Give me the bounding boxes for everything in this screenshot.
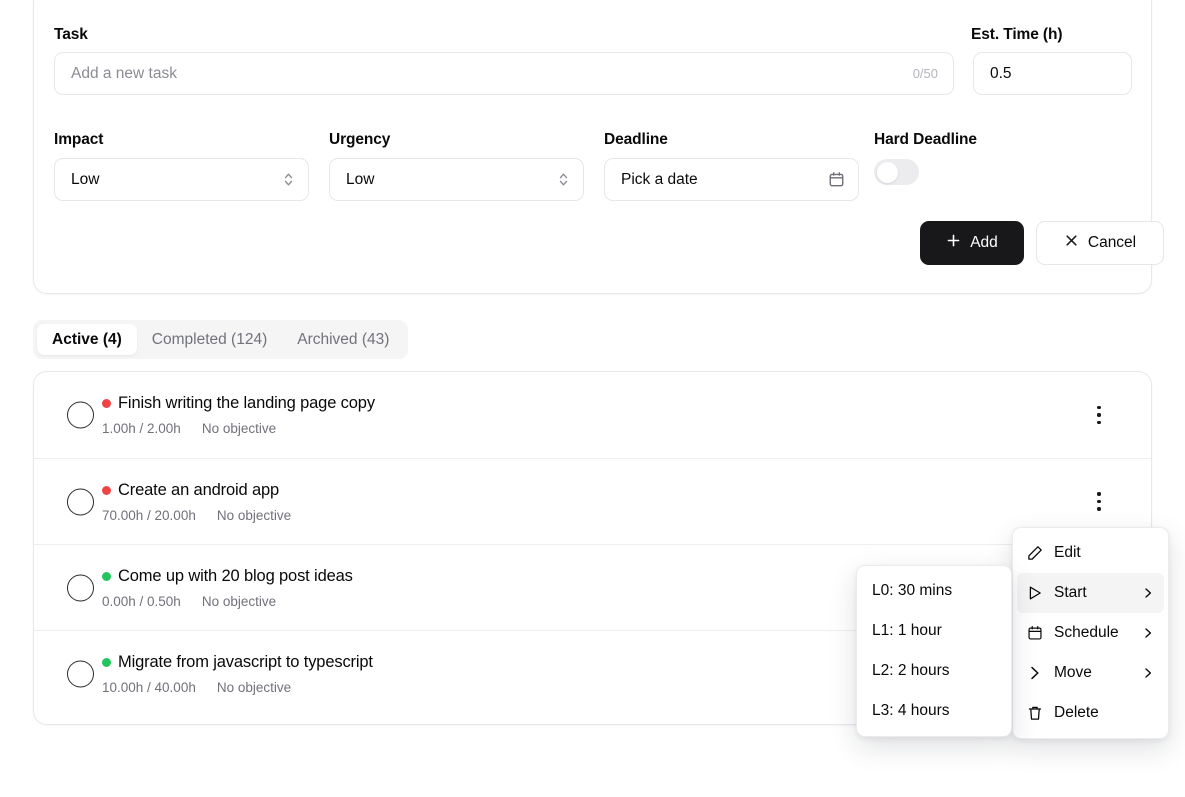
menu-item-delete[interactable]: Delete <box>1017 693 1164 733</box>
priority-dot <box>102 486 111 495</box>
add-button[interactable]: Add <box>920 221 1024 265</box>
chevron-up-down-icon <box>282 171 295 188</box>
menu-item-start[interactable]: Start <box>1017 573 1164 613</box>
trash-icon <box>1026 705 1043 722</box>
impact-select[interactable]: Low <box>54 158 309 201</box>
est-time-input[interactable]: 0.5 <box>973 52 1132 95</box>
submenu-item-l0[interactable]: L0: 30 mins <box>861 571 1007 611</box>
task-meta: 1.00h / 2.00h No objective <box>102 421 375 436</box>
est-time-label: Est. Time (h) <box>971 26 1063 43</box>
task-objective: No objective <box>216 508 292 523</box>
table-row[interactable]: Create an android app 70.00h / 20.00h No… <box>34 458 1151 544</box>
menu-item-label: Edit <box>1054 544 1081 561</box>
task-character-counter: 0/50 <box>912 66 938 81</box>
app-root: Task Est. Time (h) Add a new task 0/50 0… <box>0 0 1185 797</box>
menu-item-label: Move <box>1054 664 1092 681</box>
task-title: Come up with 20 blog post ideas <box>118 567 353 585</box>
task-content: Finish writing the landing page copy 1.0… <box>102 394 375 436</box>
task-complete-checkbox[interactable] <box>67 401 94 429</box>
hard-deadline-label: Hard Deadline <box>874 131 977 148</box>
task-input-placeholder: Add a new task <box>71 64 177 82</box>
task-menu-button[interactable] <box>1089 491 1109 513</box>
menu-item-label: Schedule <box>1054 624 1119 641</box>
menu-item-label: Start <box>1054 584 1087 601</box>
submenu-item-l2[interactable]: L2: 2 hours <box>861 651 1007 691</box>
submenu-item-l3[interactable]: L3: 4 hours <box>861 691 1007 731</box>
deadline-label: Deadline <box>604 131 668 148</box>
tab-archived[interactable]: Archived (43) <box>282 324 404 355</box>
urgency-select[interactable]: Low <box>329 158 584 201</box>
submenu-item-l1[interactable]: L1: 1 hour <box>861 611 1007 651</box>
menu-item-schedule[interactable]: Schedule <box>1017 613 1164 653</box>
chevron-up-down-icon <box>557 171 570 188</box>
add-button-label: Add <box>970 234 998 251</box>
task-meta: 70.00h / 20.00h No objective <box>102 508 291 523</box>
task-meta: 0.00h / 0.50h No objective <box>102 594 353 609</box>
task-label: Task <box>54 26 88 43</box>
menu-item-move[interactable]: Move <box>1017 653 1164 693</box>
cancel-button[interactable]: Cancel <box>1036 221 1164 265</box>
task-title-line: Create an android app <box>102 481 291 500</box>
tab-completed[interactable]: Completed (124) <box>137 324 282 355</box>
toggle-knob <box>876 161 898 183</box>
task-title: Finish writing the landing page copy <box>118 394 375 412</box>
task-content: Come up with 20 blog post ideas 0.00h / … <box>102 567 353 609</box>
task-meta: 10.00h / 40.00h No objective <box>102 680 373 695</box>
task-time: 70.00h / 20.00h <box>102 508 196 523</box>
plus-icon <box>946 233 961 253</box>
task-title: Migrate from javascript to typescript <box>118 653 373 671</box>
chevron-right-icon <box>1141 587 1155 599</box>
task-time: 0.00h / 0.50h <box>102 594 181 609</box>
impact-label: Impact <box>54 131 104 148</box>
task-filter-tabs: Active (4) Completed (124) Archived (43) <box>33 320 409 359</box>
task-title: Create an android app <box>118 481 280 499</box>
chevron-right-icon <box>1141 667 1155 679</box>
deadline-value: Pick a date <box>621 170 698 188</box>
play-icon <box>1026 585 1043 602</box>
task-content: Migrate from javascript to typescript 10… <box>102 653 373 695</box>
chevron-right-icon <box>1141 627 1155 639</box>
chevron-right-icon <box>1026 665 1043 682</box>
task-input[interactable]: Add a new task 0/50 <box>54 52 954 95</box>
table-row[interactable]: Finish writing the landing page copy 1.0… <box>34 372 1151 458</box>
urgency-value: Low <box>346 170 375 188</box>
calendar-icon <box>828 171 845 188</box>
task-objective: No objective <box>216 680 292 695</box>
menu-item-edit[interactable]: Edit <box>1017 533 1164 573</box>
close-icon <box>1064 233 1079 253</box>
task-title-line: Migrate from javascript to typescript <box>102 653 373 672</box>
est-time-value: 0.5 <box>990 64 1012 82</box>
task-complete-checkbox[interactable] <box>67 488 94 515</box>
priority-dot <box>102 572 111 581</box>
task-time: 10.00h / 40.00h <box>102 680 196 695</box>
deadline-date-picker[interactable]: Pick a date <box>604 158 859 201</box>
new-task-form-card: Task Est. Time (h) Add a new task 0/50 0… <box>33 0 1164 294</box>
impact-value: Low <box>71 170 100 188</box>
tab-active[interactable]: Active (4) <box>37 324 137 355</box>
task-title-line: Finish writing the landing page copy <box>102 394 375 413</box>
task-content: Create an android app 70.00h / 20.00h No… <box>102 481 291 523</box>
priority-dot <box>102 399 111 408</box>
pencil-icon <box>1026 545 1043 562</box>
task-objective: No objective <box>201 421 277 436</box>
task-menu-button[interactable] <box>1089 404 1109 426</box>
priority-dot <box>102 658 111 667</box>
urgency-label: Urgency <box>329 131 391 148</box>
cancel-button-label: Cancel <box>1087 234 1137 251</box>
task-complete-checkbox[interactable] <box>67 660 94 687</box>
task-complete-checkbox[interactable] <box>67 574 94 601</box>
task-objective: No objective <box>201 594 277 609</box>
task-time: 1.00h / 2.00h <box>102 421 181 436</box>
menu-item-label: Delete <box>1054 704 1099 721</box>
hard-deadline-toggle[interactable] <box>874 159 919 185</box>
task-context-menu: Edit Start Schedule Move Delete <box>1012 527 1169 739</box>
calendar-icon <box>1026 625 1043 642</box>
task-title-line: Come up with 20 blog post ideas <box>102 567 353 586</box>
start-duration-submenu: L0: 30 mins L1: 1 hour L2: 2 hours L3: 4… <box>856 565 1012 737</box>
